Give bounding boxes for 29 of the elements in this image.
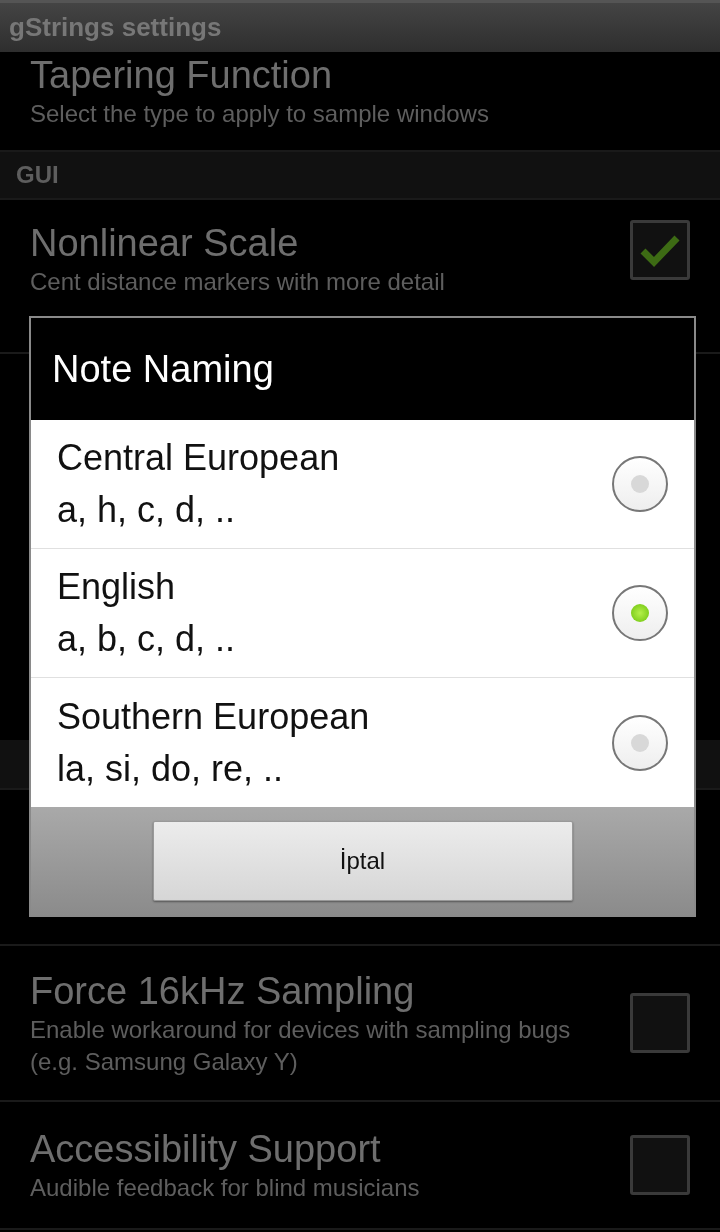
section-header: GUI xyxy=(16,160,59,190)
radio-button[interactable] xyxy=(612,456,668,512)
checkbox[interactable] xyxy=(630,220,690,280)
checkbox[interactable] xyxy=(630,1135,690,1195)
setting-summary: Cent distance markers with more detail xyxy=(30,267,446,297)
setting-title: Tapering Function xyxy=(30,53,334,98)
radio-button[interactable] xyxy=(612,585,668,641)
option-example: a, h, c, d, .. xyxy=(57,488,237,532)
settings-row[interactable]: Accessibility Support Audible feedback for blind musicians xyxy=(0,1102,720,1230)
setting-summary: Enable workaround for devices with sampling bugs (e.g. Samsung Galaxy Y) xyxy=(30,1015,572,1077)
checkbox[interactable] xyxy=(630,993,690,1053)
option-row[interactable]: Southern European la, si, do, re, .. xyxy=(31,678,694,807)
setting-title: Accessibility Support xyxy=(30,1127,382,1172)
setting-summary: Select the type to apply to sample windows xyxy=(30,99,490,129)
settings-row[interactable]: Force 16kHz Sampling Enable workaround for devices with sampling bugs (e.g. Samsung Galaxy Y) xyxy=(0,946,720,1102)
radio-button[interactable] xyxy=(612,714,668,771)
option-label: Southern European xyxy=(57,694,371,739)
option-example: la, si, do, re, .. xyxy=(57,746,285,791)
app-title: gStrings settings xyxy=(9,11,222,44)
setting-title: Force 16kHz Sampling xyxy=(30,969,416,1014)
option-row[interactable]: English a, b, c, d, .. xyxy=(31,549,694,678)
check-icon xyxy=(640,233,680,267)
option-row[interactable]: Central European a, h, c, d, .. xyxy=(31,420,694,549)
option-label: English xyxy=(57,565,177,609)
setting-summary: Audible feedback for blind musicians xyxy=(30,1173,421,1203)
option-example: a, b, c, d, .. xyxy=(57,617,237,661)
setting-title: Nonlinear Scale xyxy=(30,221,300,266)
cancel-button[interactable]: İptal xyxy=(152,821,573,901)
option-label: Central European xyxy=(57,436,341,480)
